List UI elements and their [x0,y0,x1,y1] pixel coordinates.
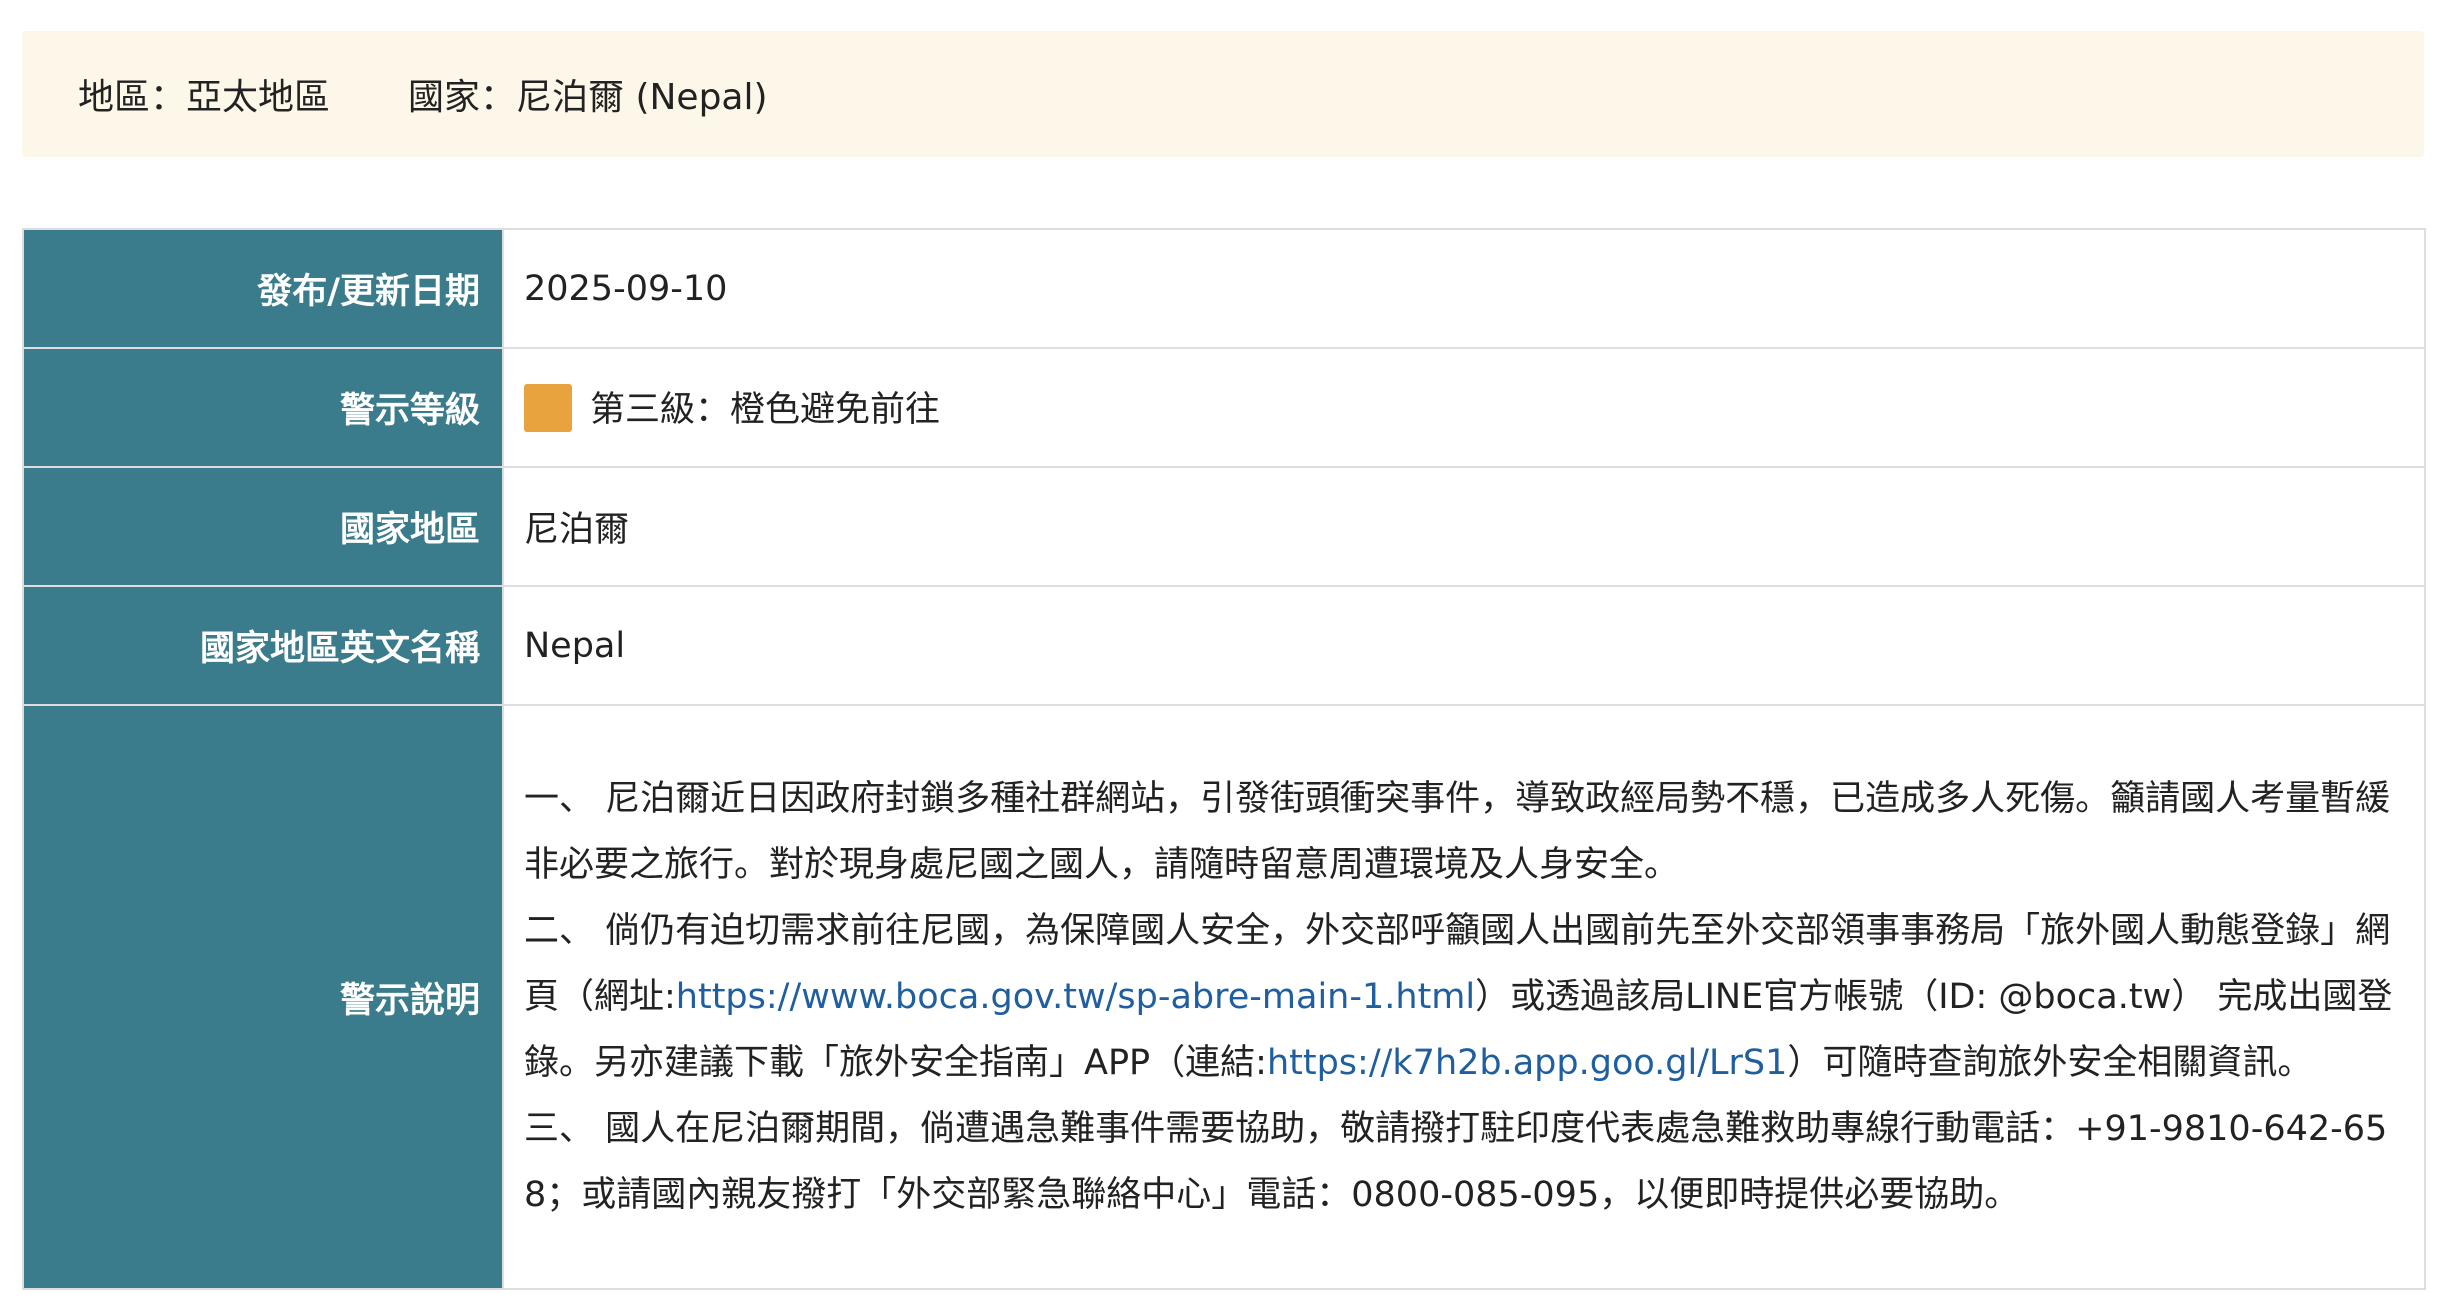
travel-warning-page: 地區：亞太地區 國家：尼泊爾 (Nepal) 發布/更新日期 2025-09-1… [0,0,2446,1315]
country-name-value: 尼泊爾 [502,466,2426,587]
date-value: 2025-09-10 [502,228,2426,349]
date-label: 發布/更新日期 [22,228,504,349]
table-row-description: 警示說明 一、 尼泊爾近日因政府封鎖多種社群網站，引發街頭衝突事件，導致政經局勢… [22,704,2426,1290]
region-header-bar: 地區：亞太地區 國家：尼泊爾 (Nepal) [22,31,2424,157]
level-cell: 第三級：橙色避免前往 [502,347,2426,468]
country-en-value: Nepal [502,585,2426,706]
description-paragraph-2: 二、 倘仍有迫切需求前往尼國，為保障國人安全，外交部呼籲國人出國前先至外交部領事… [524,898,2402,1096]
safety-app-link[interactable]: https://k7h2b.app.goo.gl/LrS1 [1267,1043,1787,1083]
level-color-swatch [524,383,572,432]
description-paragraph-1: 一、 尼泊爾近日因政府封鎖多種社群網站，引發街頭衝突事件，導致政經局勢不穩，已造… [524,779,2391,885]
description-cell: 一、 尼泊爾近日因政府封鎖多種社群網站，引發街頭衝突事件，導致政經局勢不穩，已造… [502,704,2426,1290]
country-name-label: 國家地區 [22,466,504,587]
description-label: 警示說明 [22,704,504,1290]
table-row-level: 警示等級 第三級：橙色避免前往 [22,347,2426,468]
table-row-country-en: 國家地區英文名稱 Nepal [22,585,2426,706]
country-label: 國家：尼泊爾 (Nepal) [408,77,768,118]
country-en-label: 國家地區英文名稱 [22,585,504,706]
warning-info-table: 發布/更新日期 2025-09-10 警示等級 第三級：橙色避免前往 國家地區 … [22,228,2426,1290]
table-row-date: 發布/更新日期 2025-09-10 [22,228,2426,349]
description-paragraph-3: 三、 國人在尼泊爾期間，倘遭遇急難事件需要協助，敬請撥打駐印度代表處急難救助專線… [524,1109,2388,1215]
boca-registration-link[interactable]: https://www.boca.gov.tw/sp-abre-main-1.h… [676,977,1475,1017]
region-label: 地區：亞太地區 [78,77,331,118]
table-row-country: 國家地區 尼泊爾 [22,466,2426,587]
level-label: 警示等級 [22,347,504,468]
level-value: 第三級：橙色避免前往 [590,389,941,430]
description-p2-text-c: ）可隨時查詢旅外安全相關資訊。 [1787,1043,2313,1083]
